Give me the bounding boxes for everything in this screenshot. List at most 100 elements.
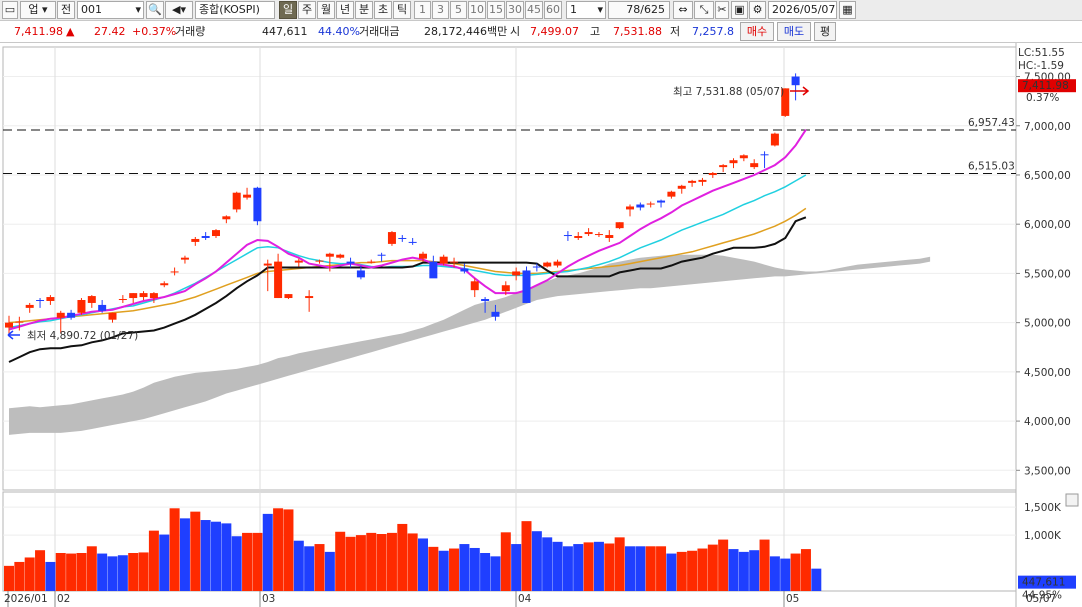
volume-bar xyxy=(24,557,35,591)
price-tick-label: 3,500,00 xyxy=(1024,465,1071,477)
candle-body xyxy=(594,234,603,236)
candle-body xyxy=(750,163,759,168)
candle-body xyxy=(532,266,541,268)
volume-settings-icon xyxy=(1065,493,1079,507)
volume-bar xyxy=(376,534,387,591)
scale-icon[interactable]: ⇔ xyxy=(673,1,693,19)
volume-bar xyxy=(159,534,170,591)
reference-line-label: 6,515.03 xyxy=(968,160,1015,172)
period-year[interactable]: 년 xyxy=(336,1,354,19)
candle-body xyxy=(615,222,624,229)
minute-15[interactable]: 15 xyxy=(487,1,505,19)
period-second[interactable]: 초 xyxy=(374,1,392,19)
minute-30[interactable]: 30 xyxy=(506,1,524,19)
volume-tick-label: 1,000K xyxy=(1024,530,1062,542)
volume-bar xyxy=(790,553,801,591)
high-value: 7,531.88 xyxy=(613,25,662,38)
candle-body xyxy=(315,260,324,262)
volume-bar xyxy=(759,539,770,591)
volume-bar xyxy=(200,520,211,591)
minute-3[interactable]: 3 xyxy=(432,1,449,19)
low-label: 저 xyxy=(670,25,681,38)
candle-body xyxy=(56,312,65,318)
volume-value: 447,611 xyxy=(262,25,308,38)
volume-bar xyxy=(800,549,811,591)
draw-tool-icon[interactable]: ⤡ xyxy=(694,1,714,19)
candle-body xyxy=(294,260,303,263)
period-day[interactable]: 일 xyxy=(279,1,297,19)
volume-bar xyxy=(117,555,128,591)
volume-bar xyxy=(45,561,56,591)
volume-bar xyxy=(252,532,263,591)
candle-body xyxy=(657,200,666,203)
save-icon[interactable]: ▣ xyxy=(731,1,748,19)
volume-bar xyxy=(428,546,439,591)
period-week[interactable]: 주 xyxy=(298,1,316,19)
candle-body xyxy=(481,299,490,301)
date-field[interactable]: 2026/05/07 xyxy=(768,1,837,19)
data-count: 78/625 xyxy=(608,1,670,19)
window-menu-icon[interactable]: ▭ xyxy=(2,1,18,19)
volume-bar xyxy=(811,568,822,591)
last-pct-tag: 0.37% xyxy=(1026,92,1059,104)
unit-select[interactable]: 1 ▾ xyxy=(566,1,606,19)
volume-bar xyxy=(635,546,646,591)
volume-bar xyxy=(542,537,553,591)
minute-10[interactable]: 10 xyxy=(468,1,486,19)
prev-button[interactable]: 전 xyxy=(57,1,75,19)
minute-5[interactable]: 5 xyxy=(450,1,467,19)
volume-bar xyxy=(728,549,739,591)
volume-bar xyxy=(128,553,139,591)
candle-body xyxy=(336,254,345,258)
search-icon[interactable]: 🔍 xyxy=(146,1,164,19)
period-minute[interactable]: 분 xyxy=(355,1,373,19)
sell-button[interactable]: 매도 xyxy=(777,22,811,41)
chevron-down-icon: ▾ xyxy=(135,3,141,16)
minute-45[interactable]: 45 xyxy=(525,1,543,19)
candle-body xyxy=(77,300,86,313)
candle-body xyxy=(98,304,107,311)
candle-body xyxy=(5,322,13,328)
volume-bar xyxy=(221,523,232,591)
chevron-down-icon: ▾ xyxy=(597,3,603,16)
chart-canvas[interactable]: 7,500,007,000,006,500,006,000,005,500,00… xyxy=(0,43,1082,607)
candle-body xyxy=(501,285,510,292)
high-annotation: 최고 7,531.88 (05/07) xyxy=(673,86,784,98)
price-chart[interactable]: 7,500,00 7,000,00 6,500,00 6,000,00 5,500,00… xyxy=(0,43,1082,607)
candle-body xyxy=(274,261,283,299)
buy-button[interactable]: 매수 xyxy=(740,22,774,41)
price-tick-label: 6,000,00 xyxy=(1024,219,1071,231)
candle-body xyxy=(377,254,386,256)
candle-body xyxy=(439,256,448,264)
minute-1[interactable]: 1 xyxy=(414,1,431,19)
market-label: 업 xyxy=(28,3,39,16)
volume-bar xyxy=(656,546,667,591)
volume-bar xyxy=(304,546,315,591)
volume-ratio: 44.40% xyxy=(318,25,360,38)
speaker-icon[interactable]: ◀▾ xyxy=(165,1,193,19)
scissors-icon[interactable]: ✂ xyxy=(715,1,729,19)
minute-60[interactable]: 60 xyxy=(544,1,562,19)
low-annotation: 최저 4,890.72 (01/27) xyxy=(27,330,138,342)
volume-bar xyxy=(438,550,449,591)
period-month[interactable]: 월 xyxy=(317,1,335,19)
volume-bar xyxy=(231,536,242,591)
market-select[interactable]: 업 ▾ xyxy=(20,1,56,19)
stock-name-field[interactable]: 종합(KOSPI) xyxy=(195,1,275,19)
period-tick[interactable]: 틱 xyxy=(393,1,411,19)
calendar-icon[interactable]: ▦ xyxy=(839,1,856,19)
up-triangle-icon: ▲ xyxy=(66,25,75,38)
price-tick-label: 4,000,00 xyxy=(1024,416,1071,428)
candle-body xyxy=(739,155,748,159)
gear-icon[interactable]: ⚙ xyxy=(749,1,766,19)
volume-bar xyxy=(273,508,284,591)
volume-bar xyxy=(4,565,14,591)
candle-body xyxy=(46,297,55,301)
volume-bar xyxy=(418,538,428,591)
code-input[interactable]: 001 ▾ xyxy=(77,1,144,19)
volume-bar xyxy=(697,548,708,591)
candle-body xyxy=(356,270,365,278)
evaluate-button[interactable]: 평 xyxy=(814,22,836,41)
volume-bar xyxy=(645,546,656,591)
volume-bar xyxy=(707,544,718,591)
